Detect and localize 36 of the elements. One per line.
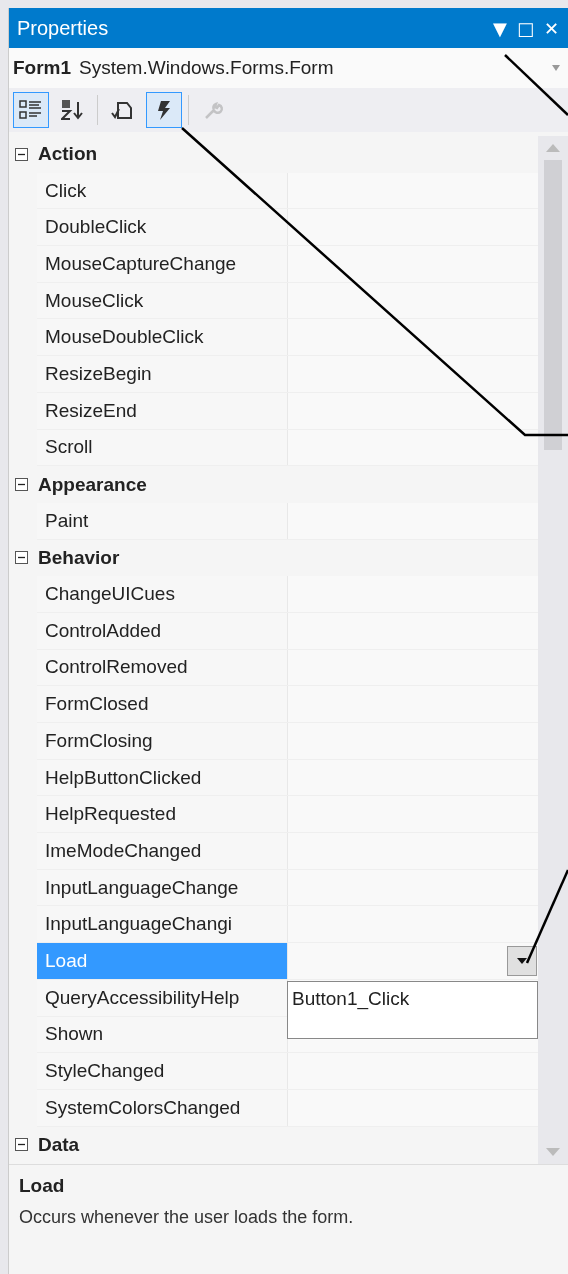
collapse-icon[interactable] — [15, 147, 28, 161]
down-arrow-icon[interactable] — [546, 1148, 560, 1156]
page-icon — [110, 99, 134, 121]
events-button[interactable] — [146, 92, 182, 128]
category-header: Data — [38, 1133, 80, 1156]
object-name: Form1 — [13, 57, 72, 79]
list-icon — [19, 99, 43, 121]
value-field[interactable] — [288, 356, 538, 392]
caret-icon — [517, 957, 527, 964]
object-type: System.Windows.Forms.Form — [79, 57, 335, 79]
window-title: Properties — [17, 16, 109, 40]
category-header: Action — [38, 143, 98, 166]
value-field[interactable] — [288, 392, 538, 429]
description-title: Load — [19, 1175, 66, 1197]
value-field[interactable] — [288, 906, 538, 943]
value-field[interactable] — [288, 209, 538, 246]
categorized-button[interactable] — [13, 92, 49, 128]
value-field[interactable] — [288, 246, 538, 282]
collapse-icon[interactable] — [15, 551, 28, 565]
up-arrow-icon[interactable] — [546, 144, 560, 152]
collapse-icon[interactable] — [15, 1138, 28, 1152]
scroll-thumb[interactable] — [544, 160, 562, 450]
description-text: Occurs whenever the user loads the form. — [19, 1207, 355, 1228]
category-header: Appearance — [38, 473, 147, 496]
dropdown-option[interactable]: Button1_Click — [288, 981, 537, 1016]
category-header: Behavior — [38, 546, 120, 569]
dropdown-button[interactable] — [507, 945, 537, 976]
scrollbar[interactable] — [538, 136, 568, 1164]
value-field[interactable] — [288, 319, 538, 356]
object-selector[interactable]: Form1 System.Windows.Forms.Form — [9, 48, 568, 88]
value-field[interactable] — [288, 429, 538, 466]
value-field[interactable] — [288, 282, 538, 319]
sort-icon — [61, 99, 85, 121]
leader-line — [504, 54, 568, 116]
collapse-icon[interactable] — [15, 478, 28, 492]
caret-icon — [552, 65, 560, 71]
